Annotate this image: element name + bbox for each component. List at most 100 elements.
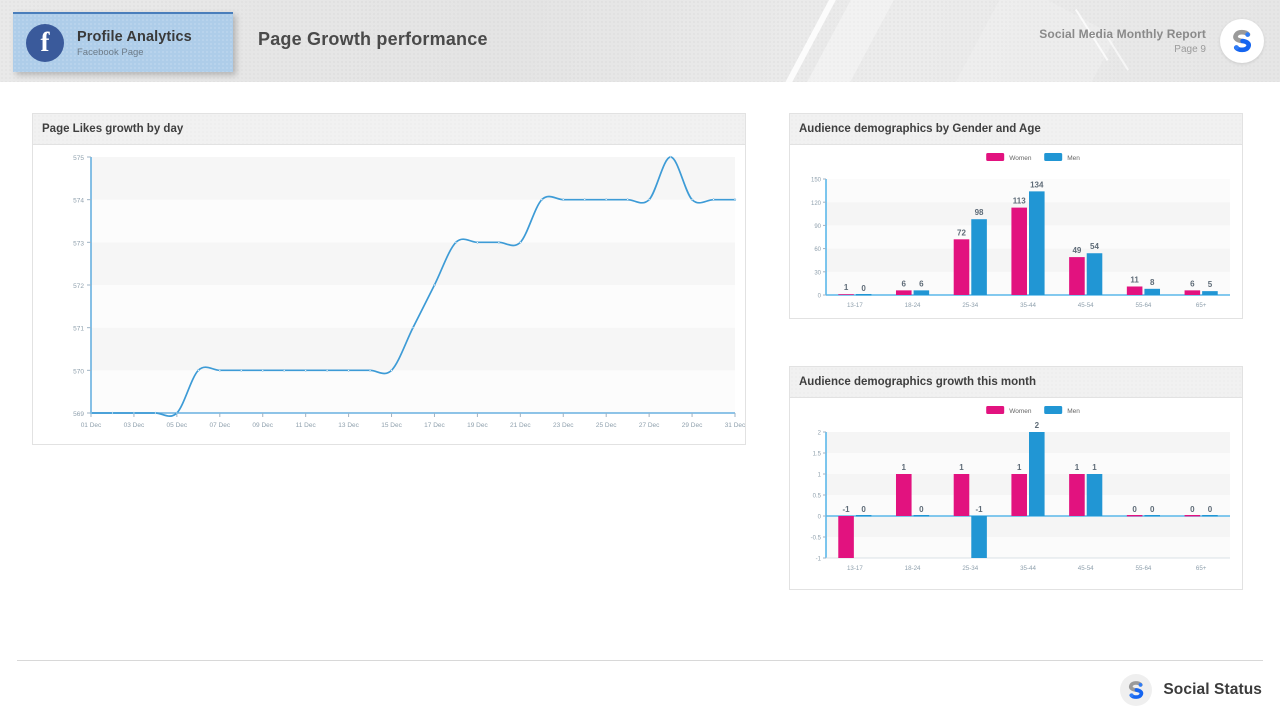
y-tick-label: 90 bbox=[814, 224, 821, 230]
bar-value-label: 1 bbox=[1092, 463, 1097, 472]
bar-value-label: 1 bbox=[959, 463, 964, 472]
bar bbox=[1029, 432, 1045, 516]
data-point bbox=[519, 241, 522, 244]
data-point bbox=[497, 241, 501, 244]
profile-badge-subtitle: Facebook Page bbox=[77, 46, 144, 58]
y-tick-label: 1 bbox=[818, 473, 822, 479]
bar bbox=[1029, 191, 1045, 295]
data-point bbox=[111, 411, 114, 415]
legend-label: Men bbox=[1067, 155, 1080, 162]
x-tick-label: 13 Dec bbox=[338, 422, 359, 429]
y-tick-label: 0.5 bbox=[813, 494, 822, 500]
bar-value-label: 1 bbox=[844, 283, 849, 292]
bar-value-label: 0 bbox=[861, 284, 866, 293]
bar bbox=[855, 294, 872, 296]
bar-value-label: 98 bbox=[975, 208, 984, 217]
footer-brand-name: Social Status bbox=[1163, 681, 1262, 698]
panel-title: Audience demographics growth this month bbox=[799, 376, 1037, 388]
data-point bbox=[411, 326, 415, 329]
profile-badge[interactable]: f Profile Analytics Facebook Page bbox=[13, 12, 233, 72]
bar bbox=[1144, 288, 1161, 295]
bar bbox=[1184, 515, 1201, 517]
x-tick-label: 23 Dec bbox=[553, 422, 574, 429]
x-tick-label: 17 Dec bbox=[424, 422, 445, 429]
category-label: 65+ bbox=[1196, 302, 1207, 309]
bar-value-label: 54 bbox=[1090, 242, 1099, 251]
category-label: 18-24 bbox=[905, 565, 921, 572]
y-tick-label: 570 bbox=[73, 368, 84, 375]
grid-band bbox=[826, 516, 1230, 537]
data-point bbox=[605, 198, 608, 201]
grid-band bbox=[826, 432, 1230, 453]
data-point bbox=[261, 369, 264, 372]
growth-bar-chart-canvas: Women Men -1 -0.5 0 0.5 1 1.5 2 -1 0 13-17 1 0 18-24 1 -… bbox=[811, 406, 1230, 572]
bar-value-label: 1 bbox=[902, 463, 907, 472]
y-tick-label: 573 bbox=[73, 240, 84, 247]
bar-value-label: 0 bbox=[1190, 505, 1195, 514]
panel-title: Audience demographics by Gender and Age bbox=[799, 123, 1041, 135]
bar-value-label: 0 bbox=[1132, 505, 1137, 514]
y-tick-label: 120 bbox=[811, 201, 822, 207]
footer-divider bbox=[17, 660, 1263, 661]
bar bbox=[1086, 474, 1103, 516]
panel-audience-demographics: Audience demographics by Gender and Age … bbox=[789, 113, 1243, 319]
page-number: Page 9 bbox=[1174, 44, 1206, 55]
data-point bbox=[283, 369, 286, 372]
bar bbox=[855, 515, 872, 517]
bar-value-label: 0 bbox=[1150, 505, 1155, 514]
bar bbox=[1202, 515, 1218, 517]
bar bbox=[913, 290, 930, 295]
data-point bbox=[690, 198, 694, 201]
y-tick-label: 571 bbox=[73, 326, 84, 333]
data-point bbox=[583, 198, 586, 201]
x-tick-label: 05 Dec bbox=[167, 422, 188, 429]
data-point bbox=[562, 198, 565, 201]
category-label: 45-54 bbox=[1078, 565, 1094, 572]
y-tick-label: 569 bbox=[73, 411, 84, 418]
data-point bbox=[669, 155, 672, 159]
report-meta: Social Media Monthly Report Page 9 bbox=[1039, 27, 1206, 55]
gender-bar-chart: Women Men 0 30 60 90 120 150 1 0 13-17 6 6 18-24 72 98 2… bbox=[790, 145, 1242, 319]
y-tick-label: 0 bbox=[818, 515, 822, 521]
y-tick-label: 60 bbox=[814, 247, 821, 253]
bar-value-label: 8 bbox=[1150, 278, 1155, 287]
bar-value-label: 49 bbox=[1072, 246, 1081, 255]
category-label: 18-24 bbox=[905, 302, 921, 309]
category-label: 55-64 bbox=[1136, 302, 1152, 309]
x-tick-label: 31 Dec bbox=[725, 422, 745, 429]
bar-value-label: 0 bbox=[861, 505, 866, 514]
category-label: 45-54 bbox=[1078, 302, 1094, 309]
page-header: f Profile Analytics Facebook Page Page G… bbox=[0, 0, 1280, 82]
x-tick-label: 29 Dec bbox=[682, 422, 703, 429]
y-tick-label: 575 bbox=[73, 155, 84, 162]
panel-header: Audience demographics by Gender and Age bbox=[790, 114, 1242, 145]
panel-title: Page Likes growth by day bbox=[42, 123, 184, 135]
bar-value-label: -1 bbox=[976, 505, 984, 514]
x-tick-label: 19 Dec bbox=[467, 422, 488, 429]
grid-band bbox=[91, 242, 735, 285]
data-point bbox=[89, 411, 93, 415]
y-tick-label: 574 bbox=[73, 198, 84, 205]
footer-brand: Social Status bbox=[1120, 674, 1262, 706]
bar-value-label: 2 bbox=[1035, 421, 1040, 430]
data-point bbox=[390, 369, 393, 372]
facebook-icon: f bbox=[26, 24, 64, 62]
data-point bbox=[626, 198, 629, 201]
bar-value-label: 113 bbox=[1013, 197, 1026, 206]
growth-bar-chart: Women Men -1 -0.5 0 0.5 1 1.5 2 -1 0 13-17 1 0 18-24 1 -… bbox=[790, 398, 1242, 590]
panel-header: Audience demographics growth this month bbox=[790, 367, 1242, 398]
bar bbox=[1126, 515, 1143, 517]
legend-swatch bbox=[986, 406, 1005, 414]
bar bbox=[1202, 291, 1218, 295]
legend-swatch bbox=[1044, 406, 1063, 414]
y-tick-label: 1.5 bbox=[813, 452, 822, 458]
report-name: Social Media Monthly Report bbox=[1039, 27, 1206, 41]
bar-value-label: 1 bbox=[1017, 463, 1022, 472]
bar bbox=[1011, 474, 1027, 516]
bar bbox=[971, 516, 987, 558]
y-tick-label: 30 bbox=[814, 270, 821, 276]
y-tick-label: 2 bbox=[818, 431, 822, 437]
category-label: 13-17 bbox=[847, 565, 863, 572]
grid-band bbox=[826, 537, 1230, 558]
bar bbox=[838, 516, 854, 558]
